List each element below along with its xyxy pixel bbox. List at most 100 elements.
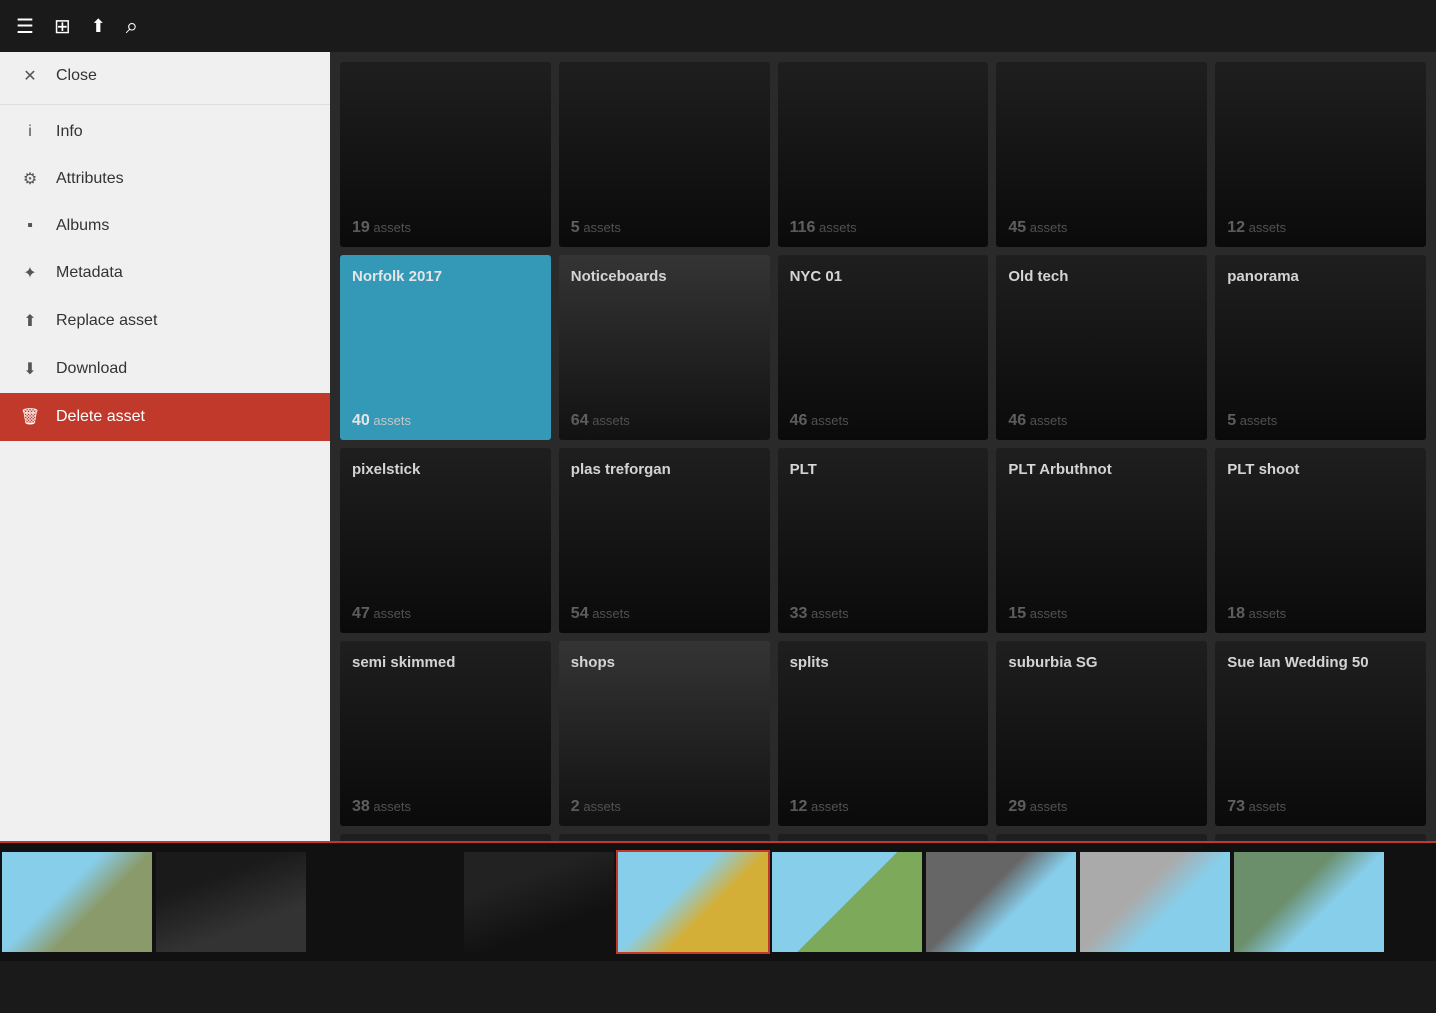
album-card[interactable]: 19 assets xyxy=(340,62,551,247)
album-card[interactable]: 45 assets xyxy=(996,62,1207,247)
sidebar-item-albums[interactable]: ▪ Albums xyxy=(0,203,330,249)
album-card[interactable]: NYC 0146 assets xyxy=(778,255,989,440)
card-overlay xyxy=(778,448,989,633)
menu-icon[interactable]: ☰ xyxy=(16,14,34,39)
card-overlay xyxy=(340,834,551,841)
grid-icon[interactable]: ⊞ xyxy=(54,14,71,39)
delete-asset-icon: 🗑 xyxy=(20,407,40,427)
metadata-icon: ✦ xyxy=(20,263,40,283)
card-overlay xyxy=(559,62,770,247)
filmstrip-thumbnail xyxy=(1080,852,1230,952)
card-overlay xyxy=(996,834,1207,841)
filmstrip-thumbnail xyxy=(1234,852,1384,952)
sidebar-item-info[interactable]: iInfo xyxy=(0,109,330,155)
card-overlay xyxy=(340,641,551,826)
albums-icon: ▪ xyxy=(20,217,40,235)
filmstrip-thumbnail xyxy=(926,852,1076,952)
topbar: ☰ ⊞ ⬆ ⌕ xyxy=(0,0,1436,52)
card-overlay xyxy=(1215,641,1426,826)
album-card[interactable]: train NYC totrain NYC to xyxy=(996,834,1207,841)
card-overlay xyxy=(559,448,770,633)
album-card[interactable]: PLT shoot18 assets xyxy=(1215,448,1426,633)
card-overlay xyxy=(1215,62,1426,247)
sidebar-item-close[interactable]: ✕ Close xyxy=(0,52,330,100)
album-card[interactable]: Norfolk 201740 assets xyxy=(340,255,551,440)
sidebar-label-replace-asset: Replace asset xyxy=(56,312,157,330)
filmstrip-thumbnail xyxy=(772,852,922,952)
filmstrip-item[interactable] xyxy=(2,852,152,952)
album-card[interactable]: 116 assets xyxy=(778,62,989,247)
sidebar-item-attributes[interactable]: ⚙ Attributes xyxy=(0,155,330,203)
close-icon: ✕ xyxy=(20,66,40,86)
filmstrip-item[interactable] xyxy=(1080,852,1230,952)
sidebar-item-replace-asset[interactable]: ⬆ Replace asset xyxy=(0,297,330,345)
card-overlay xyxy=(778,255,989,440)
card-overlay xyxy=(1215,834,1426,841)
search-icon[interactable]: ⌕ xyxy=(126,13,138,39)
filmstrip-thumbnail xyxy=(310,852,460,952)
sidebar-label-attributes: Attributes xyxy=(56,170,124,188)
card-overlay xyxy=(340,255,551,440)
card-overlay xyxy=(996,255,1207,440)
card-overlay xyxy=(1215,255,1426,440)
filmstrip-item[interactable] xyxy=(926,852,1076,952)
card-overlay xyxy=(340,448,551,633)
filmstrip-thumbnail xyxy=(156,852,306,952)
card-overlay xyxy=(559,834,770,841)
sidebar-item-delete-asset[interactable]: 🗑 Delete asset xyxy=(0,393,330,441)
card-overlay xyxy=(559,255,770,440)
filmstrip-item[interactable] xyxy=(310,852,460,952)
attributes-icon: ⚙ xyxy=(20,169,40,189)
card-overlay xyxy=(559,641,770,826)
card-overlay xyxy=(778,641,989,826)
album-card[interactable]: suburbia SG29 assets xyxy=(996,641,1207,826)
card-overlay xyxy=(996,448,1207,633)
sidebar-label-metadata: Metadata xyxy=(56,264,123,282)
filmstrip-thumbnail xyxy=(2,852,152,952)
card-overlay xyxy=(340,62,551,247)
filmstrip-item[interactable] xyxy=(618,852,768,952)
album-card[interactable]: 12 assets xyxy=(1215,62,1426,247)
filmstrip-item[interactable] xyxy=(1234,852,1384,952)
sidebar-item-metadata[interactable]: ✦ Metadata xyxy=(0,249,330,297)
sidebar-label-albums: Albums xyxy=(56,217,109,235)
album-card[interactable]: vehiclesvehicles xyxy=(1215,834,1426,841)
album-card[interactable]: Old tech46 assets xyxy=(996,255,1207,440)
sidebar-label-close: Close xyxy=(56,67,97,85)
album-card[interactable]: Test albumTest album xyxy=(340,834,551,841)
download-icon: ⬇ xyxy=(20,359,40,379)
album-card[interactable]: pixelstick47 assets xyxy=(340,448,551,633)
filmstrip-item[interactable] xyxy=(772,852,922,952)
album-card[interactable]: Text editorText editor xyxy=(559,834,770,841)
album-card[interactable]: 5 assets xyxy=(559,62,770,247)
filmstrip xyxy=(0,841,1436,961)
filmstrip-thumbnail xyxy=(618,852,768,952)
album-card[interactable]: semi skimmed38 assets xyxy=(340,641,551,826)
filmstrip-item[interactable] xyxy=(156,852,306,952)
main-content: 19 assets5 assets116 assets45 assets12 a… xyxy=(330,52,1436,841)
album-card[interactable]: panorama5 assets xyxy=(1215,255,1426,440)
sidebar-item-download[interactable]: ⬇ Download xyxy=(0,345,330,393)
sidebar-label-delete-asset: Delete asset xyxy=(56,408,145,426)
card-overlay xyxy=(996,62,1207,247)
album-card[interactable]: shops2 assets xyxy=(559,641,770,826)
album-card[interactable]: plas treforgan54 assets xyxy=(559,448,770,633)
album-grid: 19 assets5 assets116 assets45 assets12 a… xyxy=(340,62,1426,841)
card-overlay xyxy=(1215,448,1426,633)
sidebar: ✕ Close iInfo ⚙ Attributes ▪ Albums ✦ Metadata ⬆ R… xyxy=(0,52,330,841)
filmstrip-item[interactable] xyxy=(464,852,614,952)
card-overlay xyxy=(778,62,989,247)
upload-icon[interactable]: ⬆ xyxy=(91,16,106,37)
card-overlay xyxy=(996,641,1207,826)
album-card[interactable]: splits12 assets xyxy=(778,641,989,826)
album-card[interactable]: Sue Ian Wedding 5073 assets xyxy=(1215,641,1426,826)
replace-asset-icon: ⬆ xyxy=(20,311,40,331)
card-overlay xyxy=(778,834,989,841)
sidebar-label-download: Download xyxy=(56,360,127,378)
album-card[interactable]: train letchworthtrain letchworth xyxy=(778,834,989,841)
info-icon: i xyxy=(20,123,40,141)
album-card[interactable]: PLT Arbuthnot15 assets xyxy=(996,448,1207,633)
album-card[interactable]: Noticeboards64 assets xyxy=(559,255,770,440)
album-card[interactable]: PLT33 assets xyxy=(778,448,989,633)
filmstrip-thumbnail xyxy=(464,852,614,952)
